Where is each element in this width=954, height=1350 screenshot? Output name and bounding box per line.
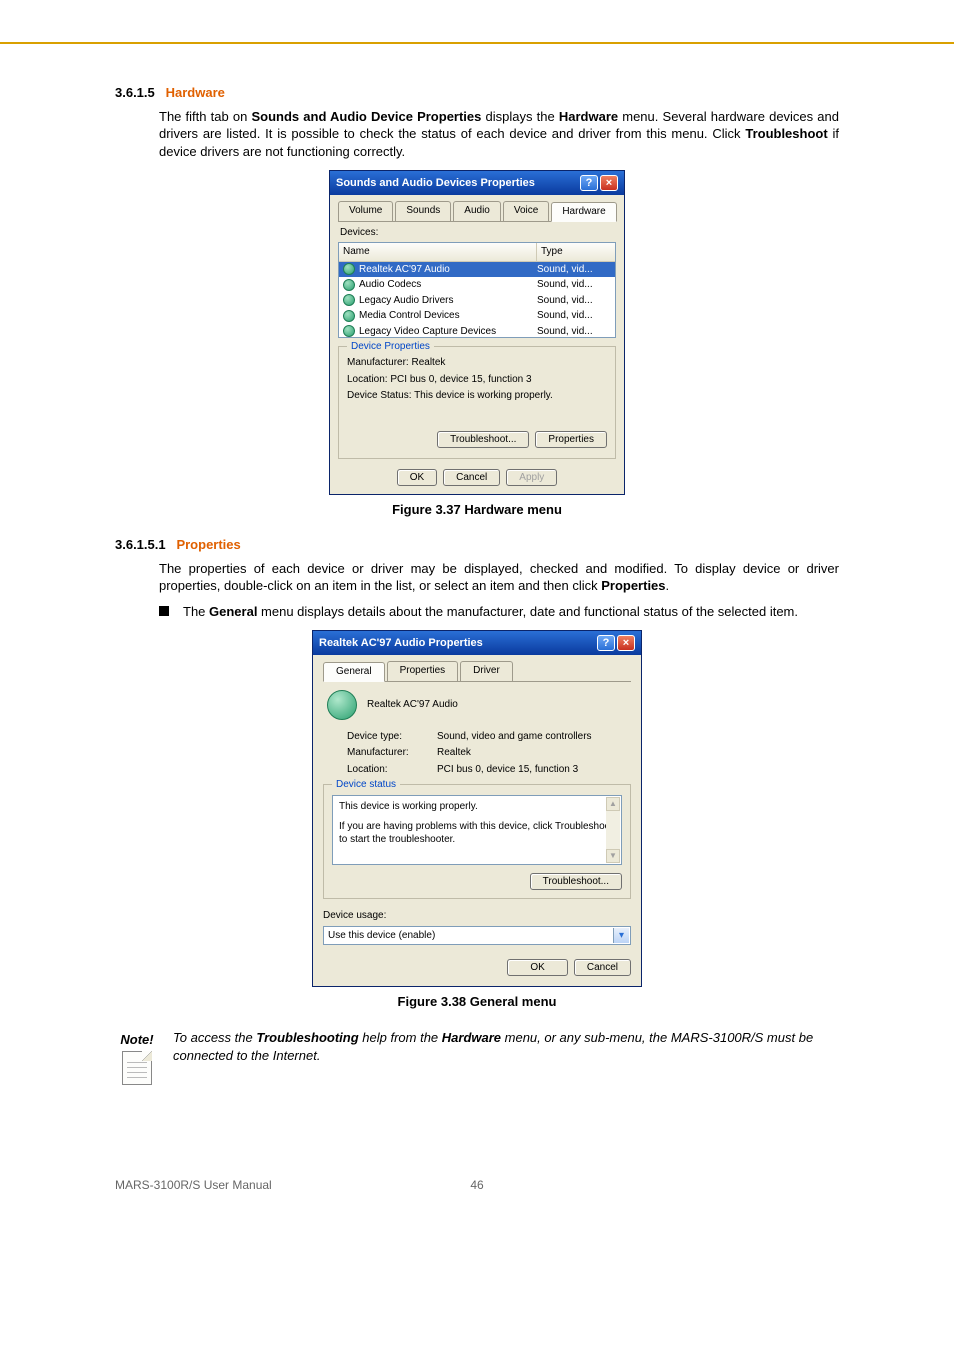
label-manufacturer: Manufacturer:: [347, 746, 437, 760]
device-status-text: This device is working properly. If you …: [332, 795, 622, 865]
note-label: Note!: [115, 1031, 159, 1049]
device-name: Realtek AC'97 Audio: [367, 698, 458, 712]
apply-button: Apply: [506, 469, 557, 486]
value-manufacturer: Realtek: [437, 746, 631, 760]
note-block: Note! To access the Troubleshooting help…: [115, 1029, 839, 1085]
list-item[interactable]: Audio Codecs Sound, vid...: [339, 277, 615, 293]
tab-voice[interactable]: Voice: [503, 201, 549, 221]
devices-list[interactable]: Name Type Realtek AC'97 Audio Sound, vid…: [338, 242, 616, 338]
ok-button[interactable]: OK: [397, 469, 437, 486]
info-row-location: Location: PCI bus 0, device 15, function…: [347, 763, 631, 777]
dialog1-tabs: Volume Sounds Audio Voice Hardware: [338, 201, 616, 222]
note-text: To access the Troubleshooting help from …: [159, 1029, 839, 1085]
properties-button[interactable]: Properties: [535, 431, 607, 448]
device-status-group: Device status This device is working pro…: [323, 784, 631, 899]
device-status: Device Status: This device is working pr…: [347, 389, 607, 403]
list-item[interactable]: Legacy Video Capture Devices Sound, vid.…: [339, 324, 615, 339]
list-item[interactable]: Realtek AC'97 Audio Sound, vid...: [339, 262, 615, 278]
dialog1-title: Sounds and Audio Devices Properties: [336, 176, 578, 191]
properties-paragraph: The properties of each device or driver …: [159, 560, 839, 595]
value-device-type: Sound, video and game controllers: [437, 730, 631, 744]
tab-properties[interactable]: Properties: [387, 661, 459, 681]
close-icon[interactable]: ×: [600, 175, 618, 191]
chevron-down-icon[interactable]: ▾: [613, 928, 629, 944]
tab-hardware[interactable]: Hardware: [551, 202, 616, 222]
label-device-type: Device type:: [347, 730, 437, 744]
list-item[interactable]: Legacy Audio Drivers Sound, vid...: [339, 293, 615, 309]
cancel-button[interactable]: Cancel: [443, 469, 500, 486]
bullet-text: The General menu displays details about …: [183, 603, 839, 621]
section-number: 3.6.1.5: [115, 85, 155, 100]
device-usage-value: Use this device (enable): [328, 929, 435, 943]
device-icon: [343, 263, 355, 275]
device-properties-group: Device Properties Manufacturer: Realtek …: [338, 346, 616, 459]
help-icon[interactable]: ?: [580, 175, 598, 191]
device-usage-label: Device usage:: [323, 909, 631, 923]
device-icon: [343, 310, 355, 322]
device-manufacturer: Manufacturer: Realtek: [347, 356, 607, 370]
device-location: Location: PCI bus 0, device 15, function…: [347, 373, 607, 387]
section-heading-properties: 3.6.1.5.1 Properties: [115, 536, 839, 554]
realtek-audio-properties-dialog: Realtek AC'97 Audio Properties ? × Gener…: [312, 630, 642, 987]
list-item[interactable]: Media Control Devices Sound, vid...: [339, 308, 615, 324]
sounds-audio-devices-dialog: Sounds and Audio Devices Properties ? × …: [329, 170, 625, 495]
ok-button[interactable]: OK: [507, 959, 567, 976]
footer-page-number: 46: [470, 1177, 483, 1193]
value-location: PCI bus 0, device 15, function 3: [437, 763, 631, 777]
device-icon: [343, 325, 355, 337]
tab-driver[interactable]: Driver: [460, 661, 513, 681]
tab-sounds[interactable]: Sounds: [395, 201, 451, 221]
dialog2-title: Realtek AC'97 Audio Properties: [319, 636, 595, 651]
figure-caption-1: Figure 3.37 Hardware menu: [115, 501, 839, 519]
col-name[interactable]: Name: [339, 243, 537, 261]
tab-audio[interactable]: Audio: [453, 201, 501, 221]
devices-label: Devices:: [340, 226, 616, 240]
device-icon: [343, 279, 355, 291]
cancel-button[interactable]: Cancel: [574, 959, 631, 976]
page-content: 3.6.1.5 Hardware The fifth tab on Sounds…: [0, 44, 954, 1105]
dialog2-tabs: General Properties Driver: [323, 661, 631, 682]
info-row-type: Device type: Sound, video and game contr…: [347, 730, 631, 744]
label-location: Location:: [347, 763, 437, 777]
note-page-icon: [122, 1051, 152, 1085]
footer-manual-name: MARS-3100R/S User Manual: [115, 1177, 470, 1193]
square-bullet-icon: [159, 606, 169, 616]
scrollbar[interactable]: ▲ ▼: [606, 797, 620, 863]
device-usage-select[interactable]: Use this device (enable) ▾: [323, 926, 631, 946]
section-title: Properties: [176, 537, 240, 552]
dialog2-titlebar: Realtek AC'97 Audio Properties ? ×: [313, 631, 641, 655]
tab-general[interactable]: General: [323, 662, 385, 682]
page-footer: MARS-3100R/S User Manual 46: [0, 1177, 954, 1217]
section-paragraph: The fifth tab on Sounds and Audio Device…: [159, 108, 839, 161]
device-icon: [327, 690, 357, 720]
scroll-up-icon[interactable]: ▲: [606, 797, 620, 811]
section-number: 3.6.1.5.1: [115, 537, 166, 552]
figure-caption-2: Figure 3.38 General menu: [115, 993, 839, 1011]
tab-volume[interactable]: Volume: [338, 201, 393, 221]
info-row-manufacturer: Manufacturer: Realtek: [347, 746, 631, 760]
device-icon: [343, 294, 355, 306]
section-heading-hardware: 3.6.1.5 Hardware: [115, 84, 839, 102]
groupbox-title: Device status: [332, 778, 400, 792]
devices-list-header: Name Type: [339, 243, 615, 262]
groupbox-title: Device Properties: [347, 340, 434, 354]
col-type[interactable]: Type: [537, 243, 615, 261]
bullet-item: The General menu displays details about …: [159, 603, 839, 621]
troubleshoot-button[interactable]: Troubleshoot...: [437, 431, 529, 448]
dialog1-titlebar: Sounds and Audio Devices Properties ? ×: [330, 171, 624, 195]
scroll-down-icon[interactable]: ▼: [606, 849, 620, 863]
troubleshoot-button[interactable]: Troubleshoot...: [530, 873, 622, 890]
section-title: Hardware: [166, 85, 225, 100]
close-icon[interactable]: ×: [617, 635, 635, 651]
help-icon[interactable]: ?: [597, 635, 615, 651]
